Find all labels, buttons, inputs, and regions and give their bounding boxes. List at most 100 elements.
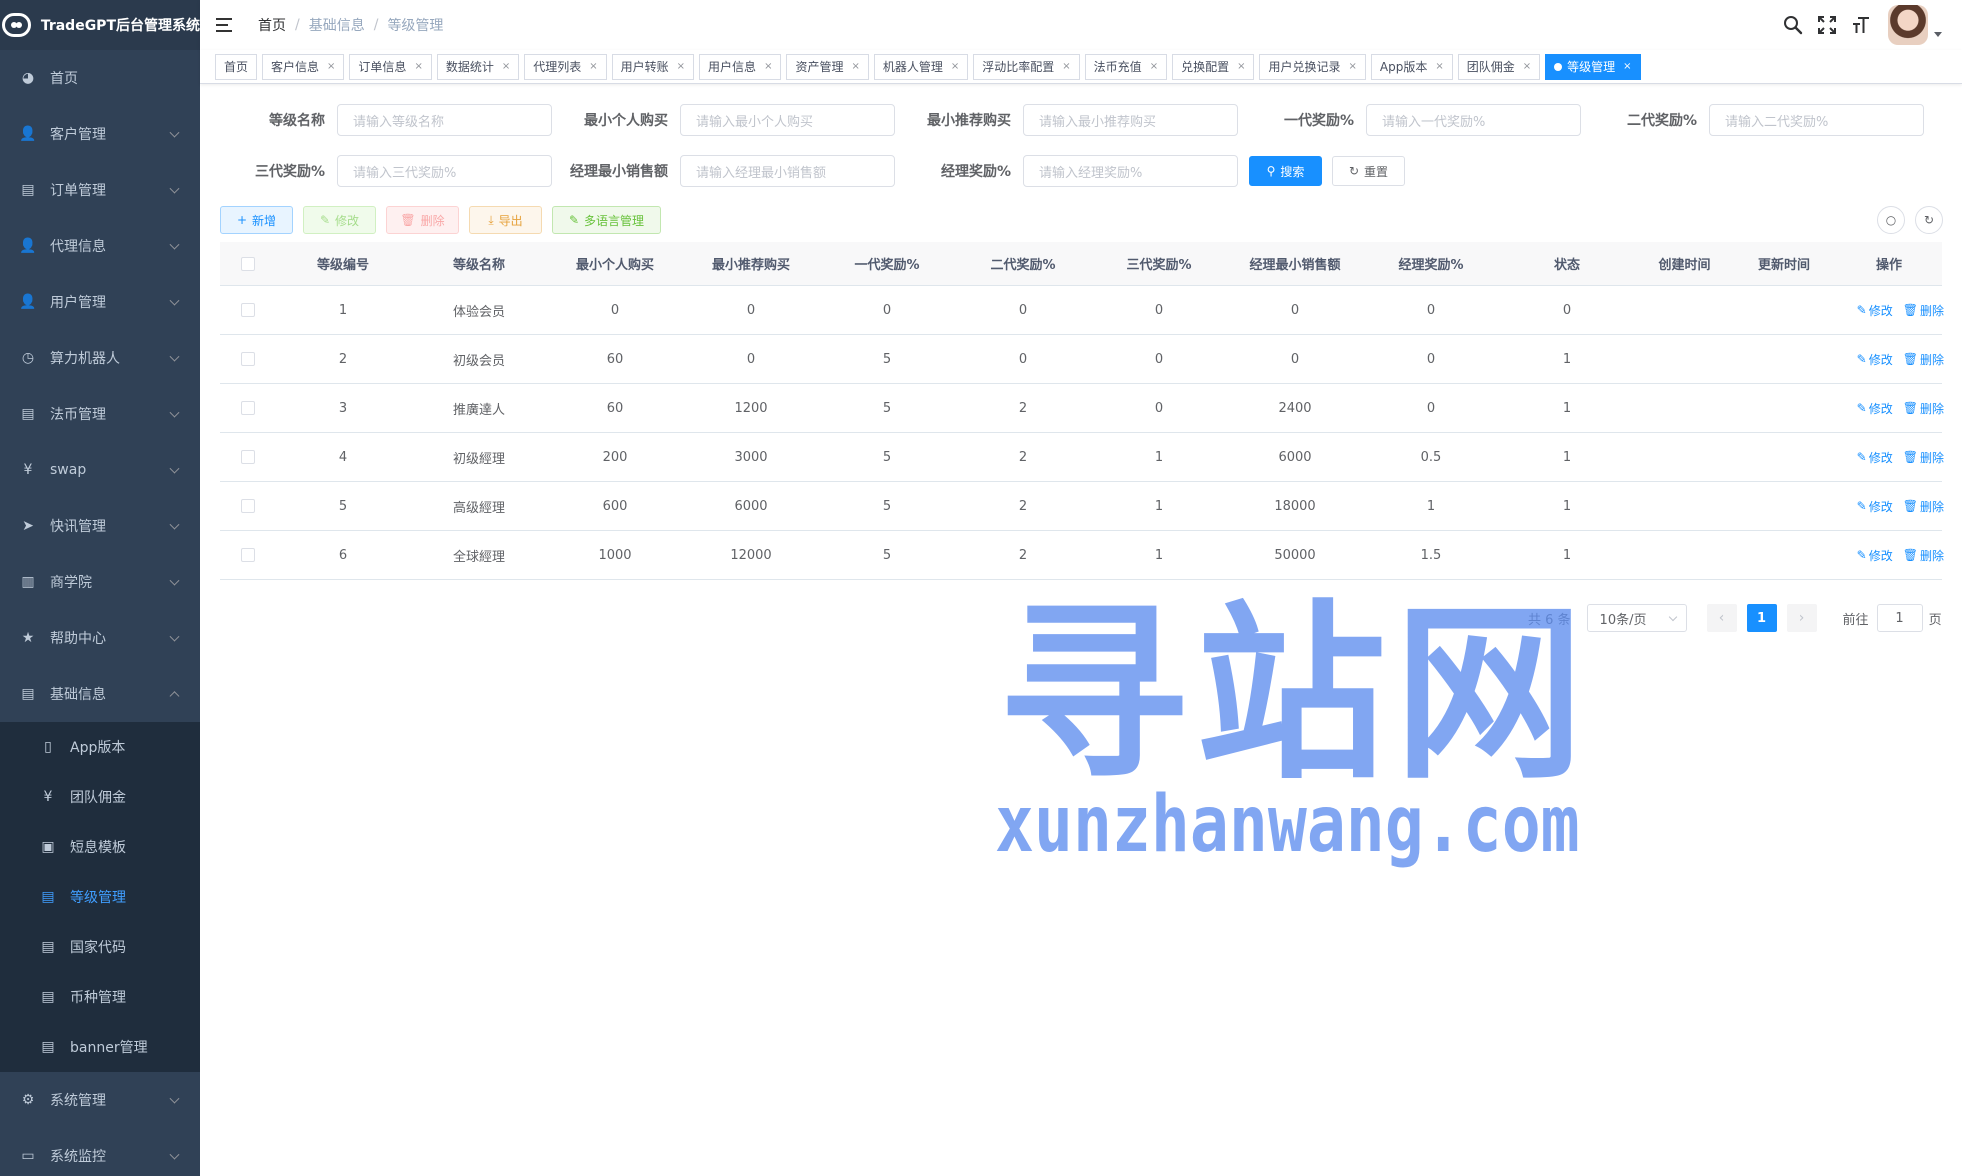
sidebar-item[interactable]: ▭ 系统监控 <box>0 1128 200 1176</box>
chevron-down-icon[interactable] <box>1934 31 1942 37</box>
select-all-checkbox[interactable] <box>240 256 255 271</box>
tab-tag[interactable]: 法币充值 × <box>1084 53 1168 80</box>
search-input[interactable]: 请输入最小推荐购买 <box>1023 104 1238 136</box>
close-icon[interactable]: × <box>951 55 959 79</box>
sidebar-item[interactable]: ▣ 短息模板 <box>0 822 200 872</box>
prev-page-button[interactable]: ‹ <box>1706 604 1737 632</box>
font-size-icon[interactable] <box>1844 0 1878 50</box>
sidebar-item[interactable]: ▤ 基础信息 <box>0 666 200 722</box>
sidebar-item[interactable]: 👤 代理信息 <box>0 218 200 274</box>
sidebar-item[interactable]: 👤 用户管理 <box>0 274 200 330</box>
search-input[interactable]: 请输入二代奖励% <box>1709 104 1924 136</box>
row-delete-link[interactable]: 🗑 删除 <box>1903 449 1944 466</box>
search-input[interactable]: 请输入经理最小销售额 <box>680 155 895 187</box>
row-checkbox[interactable] <box>240 499 255 513</box>
row-checkbox[interactable] <box>240 401 255 415</box>
i18n-button[interactable]: ✎ 多语言管理 <box>552 206 661 234</box>
tab-tag[interactable]: 用户信息 × <box>699 53 782 80</box>
sidebar-item[interactable]: ◷ 算力机器人 <box>0 330 200 386</box>
sidebar-item[interactable]: 👤 客户管理 <box>0 106 200 162</box>
tab-tag[interactable]: 机器人管理 × <box>873 53 969 80</box>
logo-area[interactable]: TradeGPT后台管理系统 <box>0 0 200 50</box>
toggle-search-button[interactable]: ○ <box>1877 206 1905 234</box>
close-icon[interactable]: × <box>764 55 772 79</box>
close-icon[interactable]: × <box>1150 55 1158 79</box>
export-button[interactable]: ⤓ 导出 <box>469 206 542 234</box>
close-icon[interactable]: × <box>327 55 335 79</box>
sidebar-item[interactable]: ▤ 订单管理 <box>0 162 200 218</box>
search-button[interactable]: ⚲ 搜索 <box>1249 156 1322 186</box>
close-icon[interactable]: × <box>1435 55 1443 79</box>
sidebar-item[interactable]: ¥ 团队佣金 <box>0 772 200 822</box>
close-icon[interactable]: × <box>1062 55 1070 79</box>
row-edit-link[interactable]: ✎ 修改 <box>1857 302 1893 319</box>
tab-tag[interactable]: 订单信息 × <box>349 53 432 80</box>
sidebar-item[interactable]: ▤ 国家代码 <box>0 922 200 972</box>
tab-tag[interactable]: App版本 × <box>1370 53 1453 80</box>
sidebar-item[interactable]: ➤ 快讯管理 <box>0 498 200 554</box>
close-icon[interactable]: × <box>502 55 510 79</box>
sidebar-item[interactable]: ¥ swap <box>0 442 200 498</box>
add-button[interactable]: + 新增 <box>220 206 293 234</box>
row-edit-link[interactable]: ✎ 修改 <box>1857 449 1893 466</box>
row-edit-link[interactable]: ✎ 修改 <box>1857 498 1893 515</box>
sidebar-item[interactable]: ▤ 等级管理 <box>0 872 200 922</box>
row-edit-link[interactable]: ✎ 修改 <box>1857 400 1893 417</box>
close-icon[interactable]: × <box>677 55 685 79</box>
sidebar-item[interactable]: ▥ 商学院 <box>0 554 200 610</box>
next-page-button[interactable]: › <box>1786 604 1817 632</box>
tab-tag[interactable]: 团队佣金 × <box>1457 53 1541 80</box>
tab-tag[interactable]: 等级管理 × <box>1545 53 1641 80</box>
sidebar-item[interactable]: ▤ 法币管理 <box>0 386 200 442</box>
row-checkbox[interactable] <box>240 450 255 464</box>
tab-tag[interactable]: 资产管理 × <box>786 53 869 80</box>
tab-tag[interactable]: 代理列表 × <box>524 53 607 80</box>
row-delete-link[interactable]: 🗑 删除 <box>1903 498 1944 515</box>
tab-tag[interactable]: 兑换配置 × <box>1172 53 1255 80</box>
row-delete-link[interactable]: 🗑 删除 <box>1903 302 1944 319</box>
avatar[interactable] <box>1888 5 1928 45</box>
row-delete-link[interactable]: 🗑 删除 <box>1903 547 1944 564</box>
row-checkbox[interactable] <box>240 303 255 317</box>
tab-tag[interactable]: 数据统计 × <box>436 53 520 80</box>
search-input[interactable]: 请输入三代奖励% <box>337 155 552 187</box>
tab-tag[interactable]: 客户信息 × <box>262 53 345 80</box>
tab-tag[interactable]: 用户转账 × <box>611 53 695 80</box>
sidebar-item[interactable]: ▤ 币种管理 <box>0 972 200 1022</box>
search-input[interactable]: 请输入最小个人购买 <box>680 104 895 136</box>
search-input[interactable]: 请输入一代奖励% <box>1366 104 1581 136</box>
tab-tag[interactable]: 首页 <box>215 53 258 80</box>
sidebar-item[interactable]: ▯ App版本 <box>0 722 200 772</box>
tab-tag[interactable]: 用户兑换记录 × <box>1259 53 1366 80</box>
close-icon[interactable]: × <box>1523 55 1531 79</box>
fullscreen-icon[interactable] <box>1810 0 1844 50</box>
sidebar-item[interactable]: ▤ banner管理 <box>0 1022 200 1072</box>
reset-button[interactable]: ↻ 重置 <box>1332 156 1405 186</box>
close-icon[interactable]: × <box>851 55 859 79</box>
sidebar-item[interactable]: ⚙ 系统管理 <box>0 1072 200 1128</box>
close-icon[interactable]: × <box>1237 55 1245 79</box>
sidebar-item[interactable]: ★ 帮助中心 <box>0 610 200 666</box>
close-icon[interactable]: × <box>414 55 422 79</box>
edit-button[interactable]: ✎ 修改 <box>303 206 376 234</box>
page-number[interactable]: 1 <box>1746 604 1777 632</box>
row-checkbox[interactable] <box>240 548 255 562</box>
goto-page-input[interactable]: 1 <box>1876 604 1923 632</box>
delete-button[interactable]: 🗑 删除 <box>386 206 459 234</box>
row-delete-link[interactable]: 🗑 删除 <box>1903 400 1944 417</box>
sidebar-item[interactable]: ◕ 首页 <box>0 50 200 106</box>
breadcrumb-home[interactable]: 首页 <box>258 15 286 35</box>
close-icon[interactable]: × <box>1349 55 1357 79</box>
row-checkbox[interactable] <box>240 352 255 366</box>
close-icon[interactable]: × <box>589 55 597 79</box>
search-icon[interactable] <box>1776 0 1810 50</box>
row-edit-link[interactable]: ✎ 修改 <box>1857 351 1893 368</box>
search-input[interactable]: 请输入等级名称 <box>337 104 552 136</box>
search-input[interactable]: 请输入经理奖励% <box>1023 155 1238 187</box>
page-size-select[interactable]: 10条/页 <box>1586 604 1687 632</box>
hamburger-menu-icon[interactable] <box>216 15 236 35</box>
close-icon[interactable]: × <box>1623 55 1631 79</box>
refresh-button[interactable]: ↻ <box>1915 206 1943 234</box>
row-delete-link[interactable]: 🗑 删除 <box>1903 351 1944 368</box>
row-edit-link[interactable]: ✎ 修改 <box>1857 547 1893 564</box>
